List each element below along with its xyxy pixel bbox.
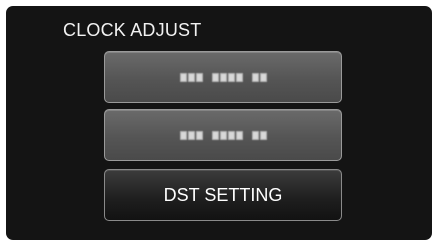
dst-setting-label: DST SETTING (163, 184, 283, 205)
camera-menu-screen: CLOCK ADJUST DST SETTING (6, 6, 432, 240)
blurred-label (179, 72, 267, 82)
screen-title: CLOCK ADJUST (63, 20, 202, 40)
dst-setting-button[interactable]: DST SETTING (104, 169, 342, 221)
menu-item-2-button[interactable] (104, 109, 342, 161)
blurred-label (179, 130, 267, 140)
menu-item-1-button[interactable] (104, 51, 342, 103)
